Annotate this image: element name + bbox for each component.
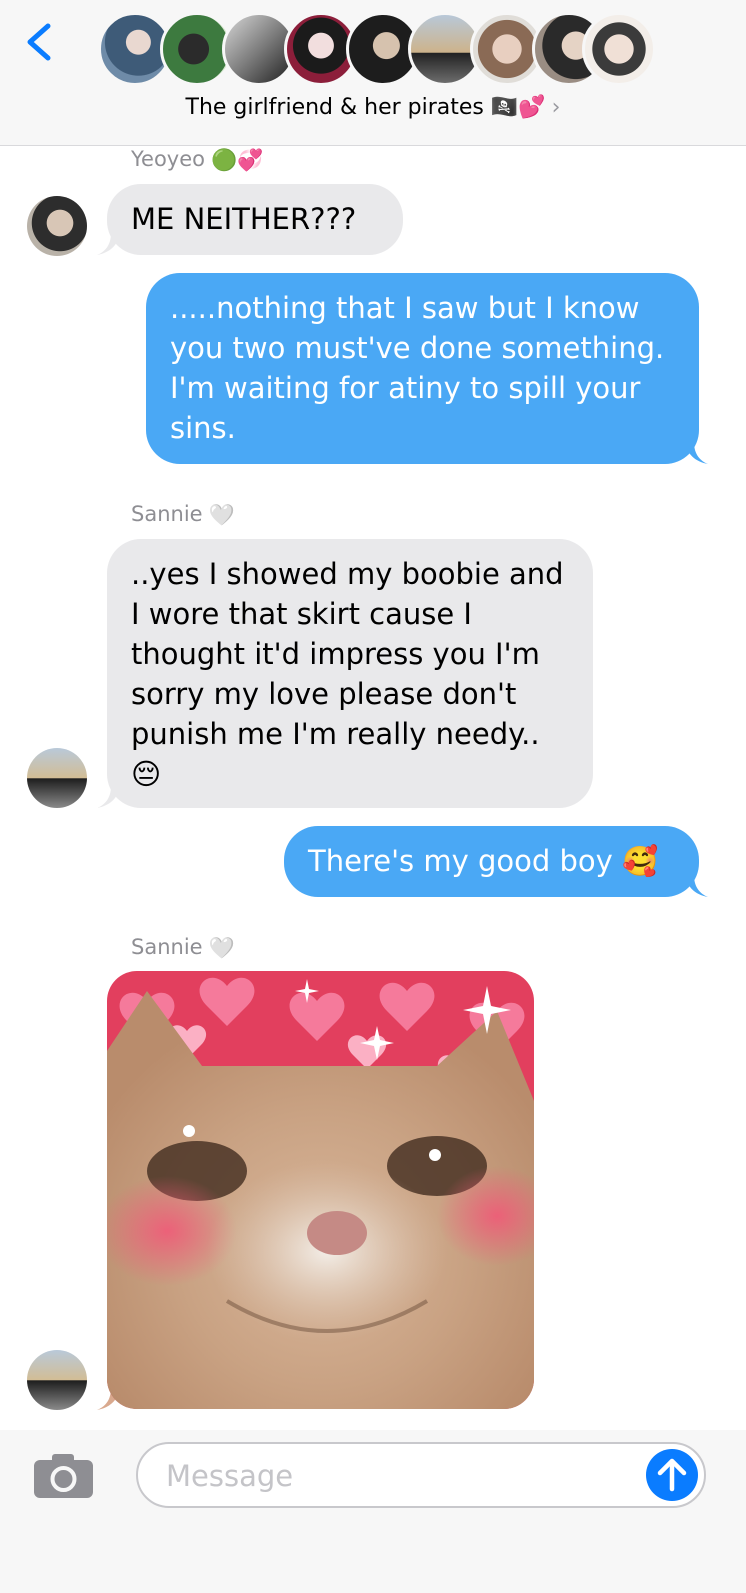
message-text: There's my good boy 🥰	[308, 844, 659, 878]
avatar[interactable]	[27, 748, 87, 808]
sender-emoji: 🤍	[208, 935, 235, 960]
sender-name: Sannie	[131, 502, 203, 526]
message-input[interactable]	[164, 1454, 638, 1498]
sender-label: Sannie 🤍	[131, 935, 235, 961]
blushing-cat-image	[107, 971, 534, 1409]
message-input-field[interactable]	[136, 1442, 706, 1508]
message-bubble[interactable]: ..yes I showed my boobie and I wore that…	[107, 539, 593, 808]
message-text: ME NEITHER???	[131, 202, 357, 236]
conversation-header: The girlfriend & her pirates 🏴‍☠️💕 ›	[0, 0, 746, 146]
bubble-tail	[686, 875, 708, 897]
message-composer	[0, 1430, 746, 1593]
group-name-button[interactable]: The girlfriend & her pirates 🏴‍☠️💕 ›	[0, 95, 746, 127]
send-button[interactable]	[646, 1449, 698, 1501]
message-bubble[interactable]: .....nothing that I saw but I know you t…	[146, 273, 699, 464]
sender-emoji: 🤍	[208, 502, 235, 527]
sender-name: Yeoyeo	[131, 147, 206, 171]
chevron-right-icon: ›	[551, 95, 561, 120]
camera-icon	[34, 1454, 93, 1498]
back-button[interactable]	[20, 18, 60, 66]
camera-button[interactable]	[32, 1452, 95, 1500]
message-text: .....nothing that I saw but I know you t…	[170, 291, 665, 445]
avatar[interactable]	[27, 196, 87, 256]
message-text: ..yes I showed my boobie and I wore that…	[131, 557, 564, 791]
sender-label: Sannie 🤍	[131, 502, 235, 528]
group-name: The girlfriend & her pirates 🏴‍☠️💕	[185, 95, 546, 120]
arrow-up-icon	[657, 1458, 687, 1492]
messages-screen: The girlfriend & her pirates 🏴‍☠️💕 › Yeoy…	[0, 0, 746, 1593]
chevron-left-icon	[27, 23, 51, 61]
group-avatars[interactable]	[98, 12, 658, 86]
bubble-tail	[686, 442, 708, 464]
avatar[interactable]	[27, 1350, 87, 1410]
bubble-tail	[97, 786, 119, 808]
sender-emoji: 🟢💞	[211, 147, 264, 172]
message-bubble[interactable]: ME NEITHER???	[107, 184, 403, 255]
sender-label: Yeoyeo 🟢💞	[131, 147, 263, 173]
member-avatar	[582, 12, 656, 86]
message-bubble[interactable]: There's my good boy 🥰	[284, 826, 699, 897]
sender-name: Sannie	[131, 935, 203, 959]
photo-attachment[interactable]	[107, 971, 534, 1409]
